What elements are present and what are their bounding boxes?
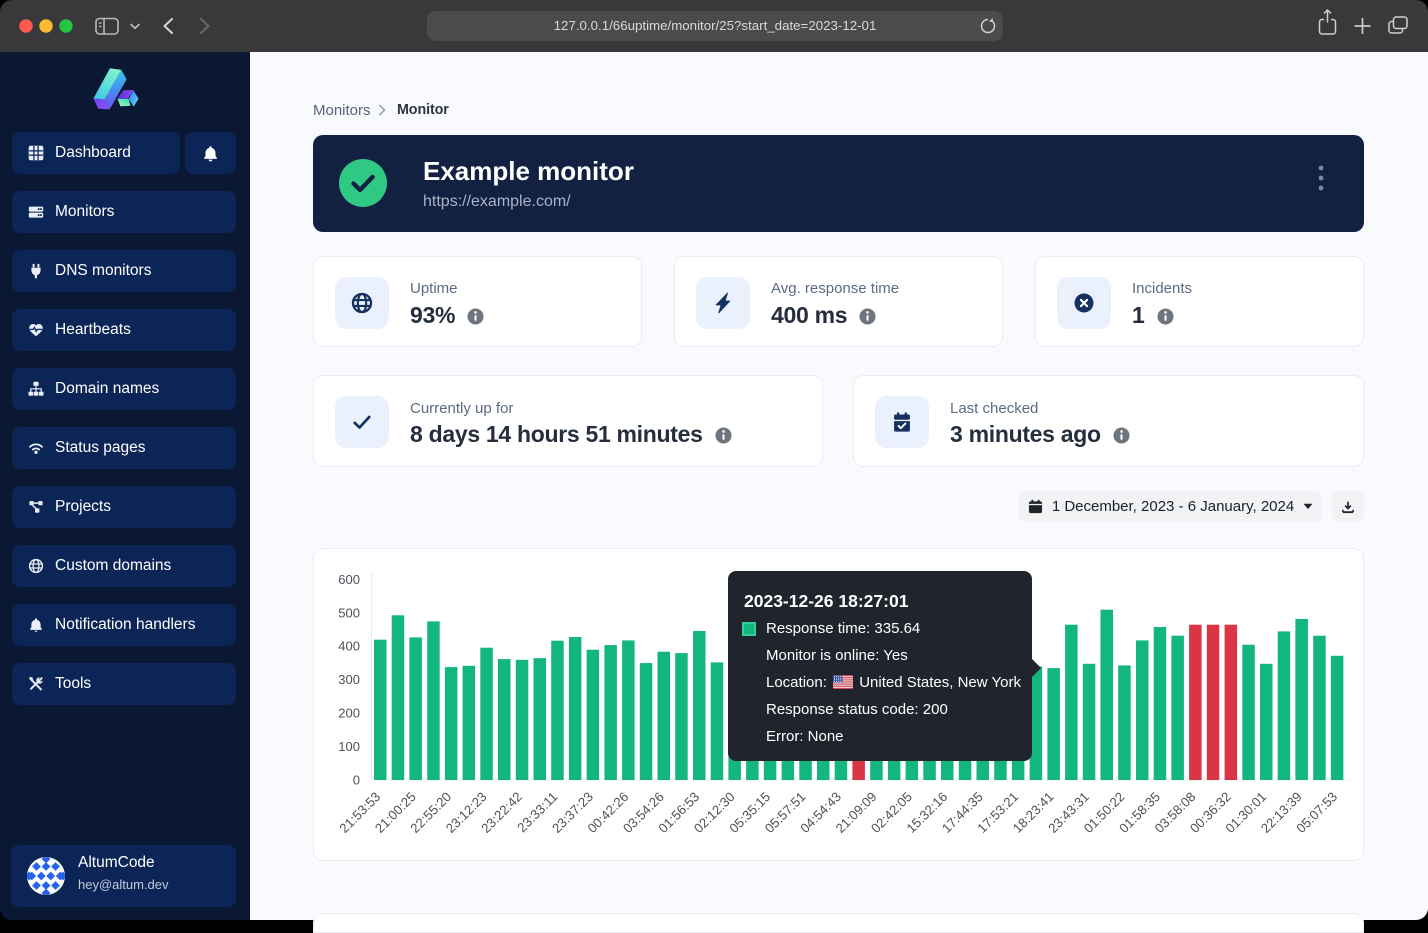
svg-text:300: 300 (338, 672, 360, 687)
svg-text:0: 0 (353, 772, 360, 787)
svg-text:100: 100 (338, 739, 360, 754)
svg-text:600: 600 (338, 572, 360, 587)
svg-text:500: 500 (338, 605, 360, 620)
svg-text:200: 200 (338, 706, 360, 721)
svg-text:400: 400 (338, 639, 360, 654)
